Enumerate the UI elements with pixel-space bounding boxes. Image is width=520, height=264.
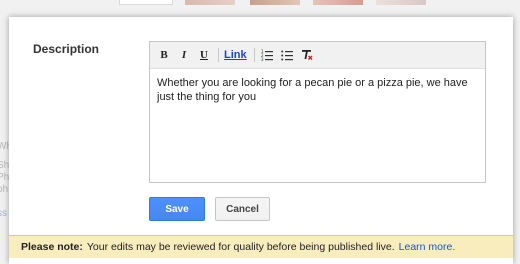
- background-text: Sh: [0, 160, 10, 171]
- background-thumbnail: [119, 0, 173, 5]
- svg-text:3: 3: [261, 57, 264, 61]
- learn-more-link[interactable]: Learn more.: [399, 241, 456, 253]
- background-thumbnail: [313, 0, 363, 5]
- review-notice-bar: Please note: Your edits may be reviewed …: [9, 235, 513, 258]
- background-thumbnail: [185, 0, 235, 5]
- description-textarea[interactable]: Whether you are looking for a pecan pie …: [150, 69, 485, 104]
- edit-description-dialog: Description B I U Link 1 2 3 Whether you…: [9, 17, 513, 264]
- bold-button[interactable]: B: [157, 49, 171, 61]
- toolbar-divider: [253, 48, 255, 62]
- link-button[interactable]: Link: [224, 49, 247, 61]
- italic-button[interactable]: I: [177, 49, 191, 61]
- background-thumbnail: [250, 0, 300, 5]
- rich-text-editor: B I U Link 1 2 3 Whether you are looking…: [149, 41, 486, 183]
- save-button[interactable]: Save: [149, 197, 205, 221]
- background-text: ph: [0, 184, 9, 195]
- description-label: Description: [33, 42, 100, 56]
- toolbar-divider: [218, 48, 219, 62]
- note-label: Please note:: [21, 241, 83, 253]
- underline-button[interactable]: U: [197, 49, 211, 61]
- note-text: Your edits may be reviewed for quality b…: [86, 241, 395, 253]
- background-thumbnail: [376, 0, 426, 5]
- remove-formatting-icon[interactable]: [300, 48, 314, 62]
- editor-toolbar: B I U Link 1 2 3: [150, 42, 485, 69]
- background-text: ss: [0, 208, 7, 219]
- cancel-button[interactable]: Cancel: [215, 197, 270, 221]
- bulleted-list-icon[interactable]: [280, 48, 294, 62]
- background-text: Ph: [0, 172, 10, 183]
- numbered-list-icon[interactable]: 1 2 3: [260, 48, 274, 62]
